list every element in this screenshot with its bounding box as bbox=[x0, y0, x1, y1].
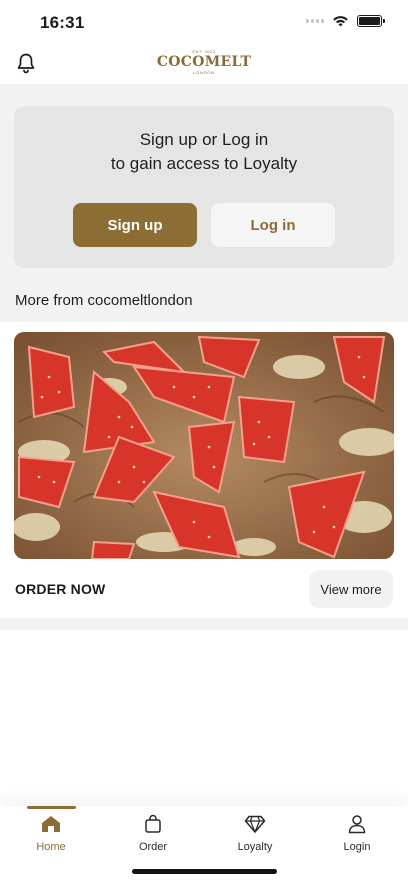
brand-logo: EST. 2022 COCOMELT LONDON bbox=[0, 49, 408, 75]
tab-order-label: Order bbox=[138, 841, 168, 853]
post-caption: ORDER NOW bbox=[15, 581, 106, 597]
log-in-button[interactable]: Log in bbox=[211, 203, 335, 247]
section-divider bbox=[0, 618, 408, 630]
tab-login[interactable]: Login bbox=[317, 814, 397, 853]
login-prompt-line1: Sign up or Log in bbox=[139, 130, 269, 149]
login-prompt-text: Sign up or Log in to gain access to Loya… bbox=[14, 128, 394, 176]
sign-up-button[interactable]: Sign up bbox=[73, 203, 197, 247]
tab-home-label: Home bbox=[36, 841, 66, 853]
battery-icon bbox=[357, 15, 385, 27]
status-bar: 16:31 bbox=[0, 0, 408, 44]
wifi-icon bbox=[333, 16, 348, 27]
view-more-button[interactable]: View more bbox=[309, 570, 393, 608]
section-title: More from cocomeltlondon bbox=[15, 292, 193, 309]
status-time: 16:31 bbox=[40, 13, 85, 32]
tab-home[interactable]: Home bbox=[11, 814, 91, 853]
tab-loyalty[interactable]: Loyalty bbox=[215, 814, 295, 853]
tab-loyalty-label: Loyalty bbox=[237, 841, 273, 853]
diamond-icon bbox=[244, 815, 266, 833]
user-icon bbox=[348, 815, 366, 834]
app-header: EST. 2022 COCOMELT LONDON bbox=[0, 44, 408, 84]
tab-order[interactable]: Order bbox=[113, 814, 193, 853]
dessert-photo bbox=[14, 332, 394, 559]
active-tab-indicator bbox=[27, 806, 76, 809]
post-image[interactable] bbox=[14, 332, 394, 559]
bag-icon bbox=[145, 814, 161, 833]
status-icons bbox=[306, 15, 385, 27]
home-icon bbox=[42, 816, 60, 832]
tab-login-label: Login bbox=[343, 841, 371, 853]
login-prompt-card: Sign up or Log in to gain access to Loya… bbox=[14, 106, 394, 268]
login-prompt-line2: to gain access to Loyalty bbox=[110, 154, 298, 173]
logo-sub: LONDON bbox=[193, 70, 215, 75]
cellular-signal-icon bbox=[306, 19, 324, 23]
home-indicator bbox=[132, 869, 277, 874]
logo-name: COCOMELT bbox=[156, 54, 252, 70]
